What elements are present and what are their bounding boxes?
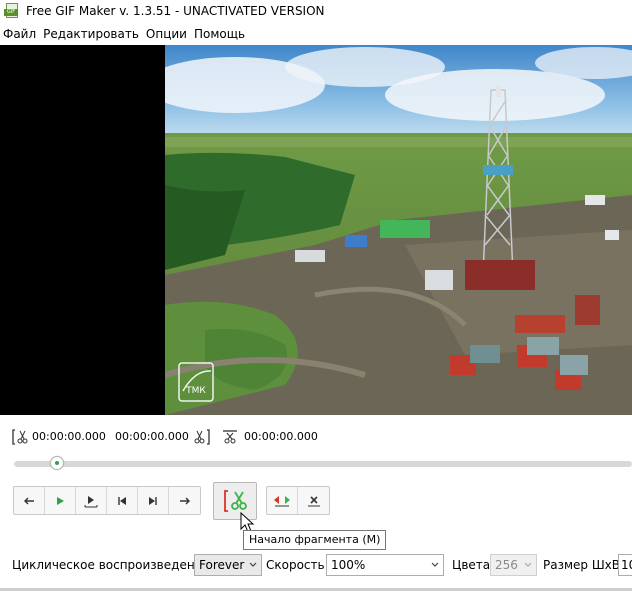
seek-track[interactable] <box>14 461 632 467</box>
chevron-down-icon <box>524 562 532 567</box>
fragment-duration-time: 00:00:00.000 <box>244 430 318 443</box>
loop-select-value: Forever <box>199 558 245 572</box>
skip-end-icon <box>149 496 157 505</box>
video-frame-image: ТМК <box>165 45 632 415</box>
gif-file-icon: GIF <box>4 3 20 19</box>
size-input[interactable]: 10 <box>618 554 632 576</box>
loop-label: Циклическое воспроизведение: <box>12 558 214 572</box>
window-title: Free GIF Maker v. 1.3.51 - UNACTIVATED V… <box>26 4 325 18</box>
settings-bar: Циклическое воспроизведение: Forever Ско… <box>0 550 632 580</box>
fragment-start-time: 00:00:00.000 <box>32 430 106 443</box>
fragment-end-time: 00:00:00.000 <box>115 430 189 443</box>
fragment-actions <box>266 486 330 515</box>
menu-help[interactable]: Помощь <box>191 24 248 44</box>
speed-select[interactable]: 100% <box>326 554 444 576</box>
chevron-down-icon <box>249 562 257 567</box>
colors-select-value: 256 <box>495 558 518 572</box>
size-label: Размер ШхВ: <box>543 558 625 572</box>
clear-fragment-button[interactable] <box>298 487 329 514</box>
arrow-left-icon <box>24 497 34 504</box>
speed-label: Скорость: <box>266 558 329 572</box>
step-back-button[interactable] <box>14 487 45 514</box>
loop-select[interactable]: Forever <box>194 554 262 576</box>
tooltip: Начало фрагмента (M) <box>243 530 387 550</box>
menu-edit[interactable]: Редактировать <box>40 24 142 44</box>
fragment-markers-icon <box>274 495 290 506</box>
fragment-info-row: 00:00:00.000 00:00:00.000 00:00:00.000 <box>0 427 632 447</box>
go-end-button[interactable] <box>138 487 169 514</box>
clear-fragment-icon <box>307 495 320 506</box>
fragment-end-icon <box>194 429 210 445</box>
speed-select-value: 100% <box>331 558 366 572</box>
seek-thumb[interactable] <box>50 456 65 470</box>
play-fragment-button[interactable] <box>76 487 107 514</box>
menu-file[interactable]: Файл <box>0 24 39 44</box>
play-range-icon <box>84 495 98 507</box>
add-fragment-button[interactable] <box>267 487 298 514</box>
scissors-start-icon <box>224 490 247 512</box>
video-watermark: ТМК <box>185 386 206 396</box>
fragment-start-icon <box>12 429 28 445</box>
video-preview[interactable]: ТМК <box>0 45 632 415</box>
play-button[interactable] <box>45 487 76 514</box>
playback-controls <box>13 486 201 515</box>
menu-options[interactable]: Опции <box>143 24 190 44</box>
chevron-down-icon <box>431 562 439 567</box>
menu-bar: Файл Редактировать Опции Помощь <box>0 24 249 44</box>
go-start-button[interactable] <box>107 487 138 514</box>
colors-select[interactable]: 256 <box>490 554 537 576</box>
arrow-right-icon <box>179 497 190 504</box>
step-forward-button[interactable] <box>169 487 200 514</box>
size-input-value: 10 <box>621 558 632 572</box>
colors-label: Цвета: <box>452 558 495 572</box>
skip-start-icon <box>118 496 126 505</box>
video-frame: ТМК <box>165 45 632 415</box>
play-icon <box>57 496 64 505</box>
title-bar: GIF Free GIF Maker v. 1.3.51 - UNACTIVAT… <box>0 0 632 22</box>
fragment-duration-icon <box>223 430 237 444</box>
